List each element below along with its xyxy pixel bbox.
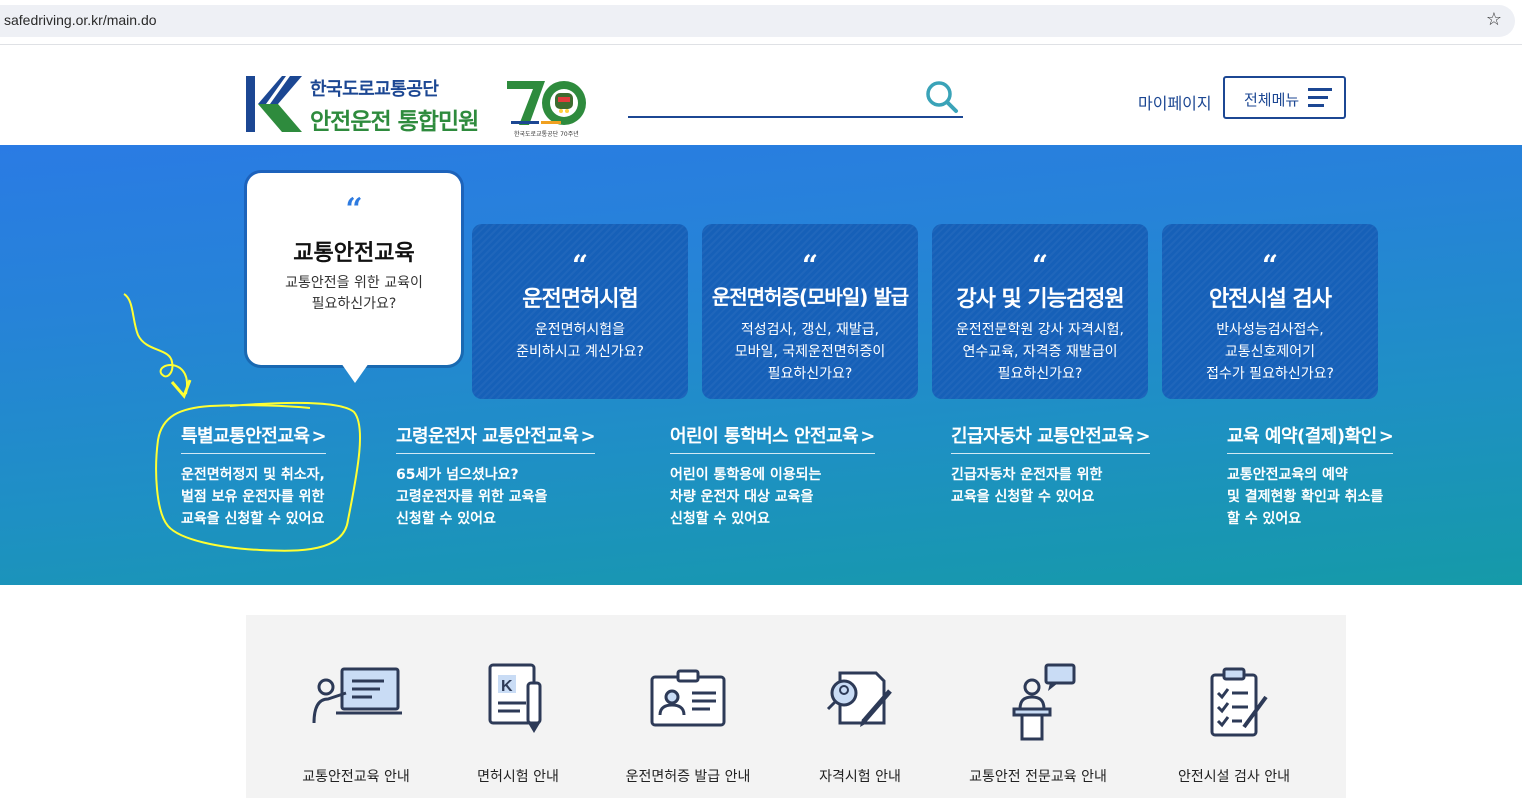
quote-icon: “ <box>345 192 363 227</box>
card-license-issue[interactable]: “ 운전면허증(모바일) 발급 적성검사, 갱신, 재발급, 모바일, 국제운전… <box>702 224 918 399</box>
chevron-right-icon: > <box>1135 426 1151 447</box>
all-menu-button[interactable]: 전체메뉴 <box>1223 76 1346 119</box>
search-input[interactable] <box>628 116 963 118</box>
service-qualification-exam-guide[interactable]: 자격시험 안내 <box>780 663 940 785</box>
anniversary-caption: 한국도로교통공단 70주년 <box>514 131 579 138</box>
link-reservation-check[interactable]: 교육 예약(결제)확인 > 교통안전교육의 예약 및 결제현황 확인과 취소를 할… <box>1227 422 1394 530</box>
license-doc-icon: K <box>488 663 542 733</box>
link-school-bus-education[interactable]: 어린이 통학버스 안전교육 > 어린이 통학용에 이용되는 차량 운전자 대상 교… <box>670 422 875 530</box>
service-label: 안전시설 검사 안내 <box>1178 769 1290 785</box>
card-license-exam[interactable]: “ 운전면허시험 운전면허시험을 준비하시고 계신가요? <box>472 224 688 399</box>
search-icon[interactable] <box>924 79 960 115</box>
card-title: 운전면허시험 <box>522 287 638 312</box>
site-name[interactable]: 안전운전 통합민원 <box>310 102 479 136</box>
koroad-logo-icon[interactable] <box>246 76 304 132</box>
highlight-annotation <box>123 293 362 552</box>
link-elderly-driver-education[interactable]: 고령운전자 교통안전교육 > 65세가 넘으셨나요? 고령운전자를 위한 교육을 … <box>396 422 596 530</box>
card-title: 안전시설 검사 <box>1208 287 1332 312</box>
service-label: 자격시험 안내 <box>819 769 901 785</box>
service-professional-education-guide[interactable]: 교통안전 전문교육 안내 <box>958 663 1118 785</box>
service-traffic-education-guide[interactable]: 교통안전교육 안내 <box>276 663 436 785</box>
link-description: 65세가 넘으셨나요? 고령운전자를 위한 교육을 신청할 수 있어요 <box>396 467 548 527</box>
featured-title: 교통안전교육 <box>293 241 415 266</box>
service-label: 면허시험 안내 <box>477 769 559 785</box>
url-text[interactable]: safedriving.or.kr/main.do <box>4 12 157 28</box>
link-description: 어린이 통학용에 이용되는 차량 운전자 대상 교육을 신청할 수 있어요 <box>670 467 822 527</box>
link-description: 긴급자동차 운전자를 위한 교육을 신청할 수 있어요 <box>951 467 1103 505</box>
speaker-icon <box>1012 663 1076 741</box>
browser-address-bar: safedriving.or.kr/main.do ☆ <box>0 0 1522 45</box>
link-title[interactable]: 고령운전자 교통안전교육 > <box>396 422 596 454</box>
hamburger-icon <box>1308 88 1332 108</box>
card-instructor-examiner[interactable]: “ 강사 및 기능검정원 운전전문학원 강사 자격시험, 연수교육, 자격증 재… <box>932 224 1148 399</box>
card-safety-facility-inspection[interactable]: “ 안전시설 검사 반사성능검사접수, 교통신호제어기 접수가 필요하신가요? <box>1162 224 1378 399</box>
id-card-icon <box>650 669 726 727</box>
card-description: 운전면허시험을 준비하시고 계신가요? <box>516 322 644 360</box>
quote-icon: “ <box>1031 249 1049 282</box>
bookmark-star-icon[interactable]: ☆ <box>1486 9 1502 30</box>
all-menu-label: 전체메뉴 <box>1244 91 1300 109</box>
chevron-right-icon: > <box>1378 426 1394 447</box>
service-safety-facility-guide[interactable]: 안전시설 검사 안내 <box>1154 663 1314 785</box>
link-title[interactable]: 어린이 통학버스 안전교육 > <box>670 422 875 454</box>
site-header: 한국도로교통공단 안전운전 통합민원 한국도로교통공단 70주년 마이페이지 전… <box>0 45 1522 145</box>
quote-icon: “ <box>1261 249 1279 282</box>
link-title[interactable]: 긴급자동차 교통안전교육 > <box>951 422 1151 454</box>
card-title: 운전면허증(모바일) 발급 <box>711 285 909 309</box>
card-description: 운전전문학원 강사 자격시험, 연수교육, 자격증 재발급이 필요하신가요? <box>956 322 1124 382</box>
service-label: 운전면허증 발급 안내 <box>625 769 751 785</box>
svg-text:K: K <box>501 678 513 695</box>
service-license-exam-guide[interactable]: K 면허시험 안내 <box>438 663 598 785</box>
link-title[interactable]: 교육 예약(결제)확인 > <box>1227 422 1394 454</box>
lecture-icon <box>312 667 402 724</box>
org-name[interactable]: 한국도로교통공단 <box>310 75 439 101</box>
mypage-link[interactable]: 마이페이지 <box>1138 90 1212 114</box>
url-field[interactable] <box>0 5 1515 37</box>
service-label: 교통안전 전문교육 안내 <box>969 769 1107 785</box>
exam-icon <box>826 671 892 727</box>
chevron-right-icon: > <box>860 426 875 447</box>
card-title: 강사 및 기능검정원 <box>956 287 1124 312</box>
card-description: 반사성능검사접수, 교통신호제어기 접수가 필요하신가요? <box>1206 322 1334 382</box>
quote-icon: “ <box>801 249 819 282</box>
quote-icon: “ <box>571 249 589 282</box>
service-label: 교통안전교육 안내 <box>302 769 410 785</box>
link-emergency-vehicle-education[interactable]: 긴급자동차 교통안전교육 > 긴급자동차 운전자를 위한 교육을 신청할 수 있어… <box>951 422 1151 508</box>
card-description: 적성검사, 갱신, 재발급, 모바일, 국제운전면허증이 필요하신가요? <box>734 322 886 382</box>
link-description: 교통안전교육의 예약 및 결제현황 확인과 취소를 할 수 있어요 <box>1227 467 1384 527</box>
checklist-icon <box>1210 667 1268 737</box>
service-license-issue-guide[interactable]: 운전면허증 발급 안내 <box>608 663 768 785</box>
chevron-right-icon: > <box>580 426 596 447</box>
